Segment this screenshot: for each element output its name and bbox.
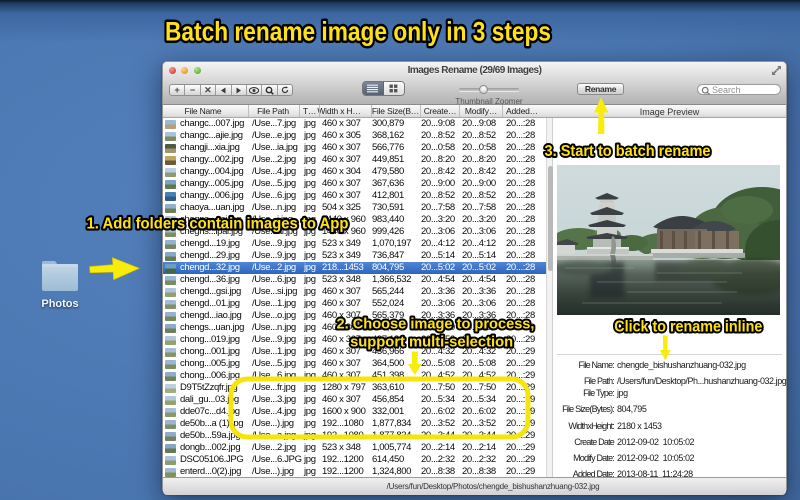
svg-text:Batch rename image only in 3 s: Batch rename image only in 3 steps (165, 17, 551, 47)
